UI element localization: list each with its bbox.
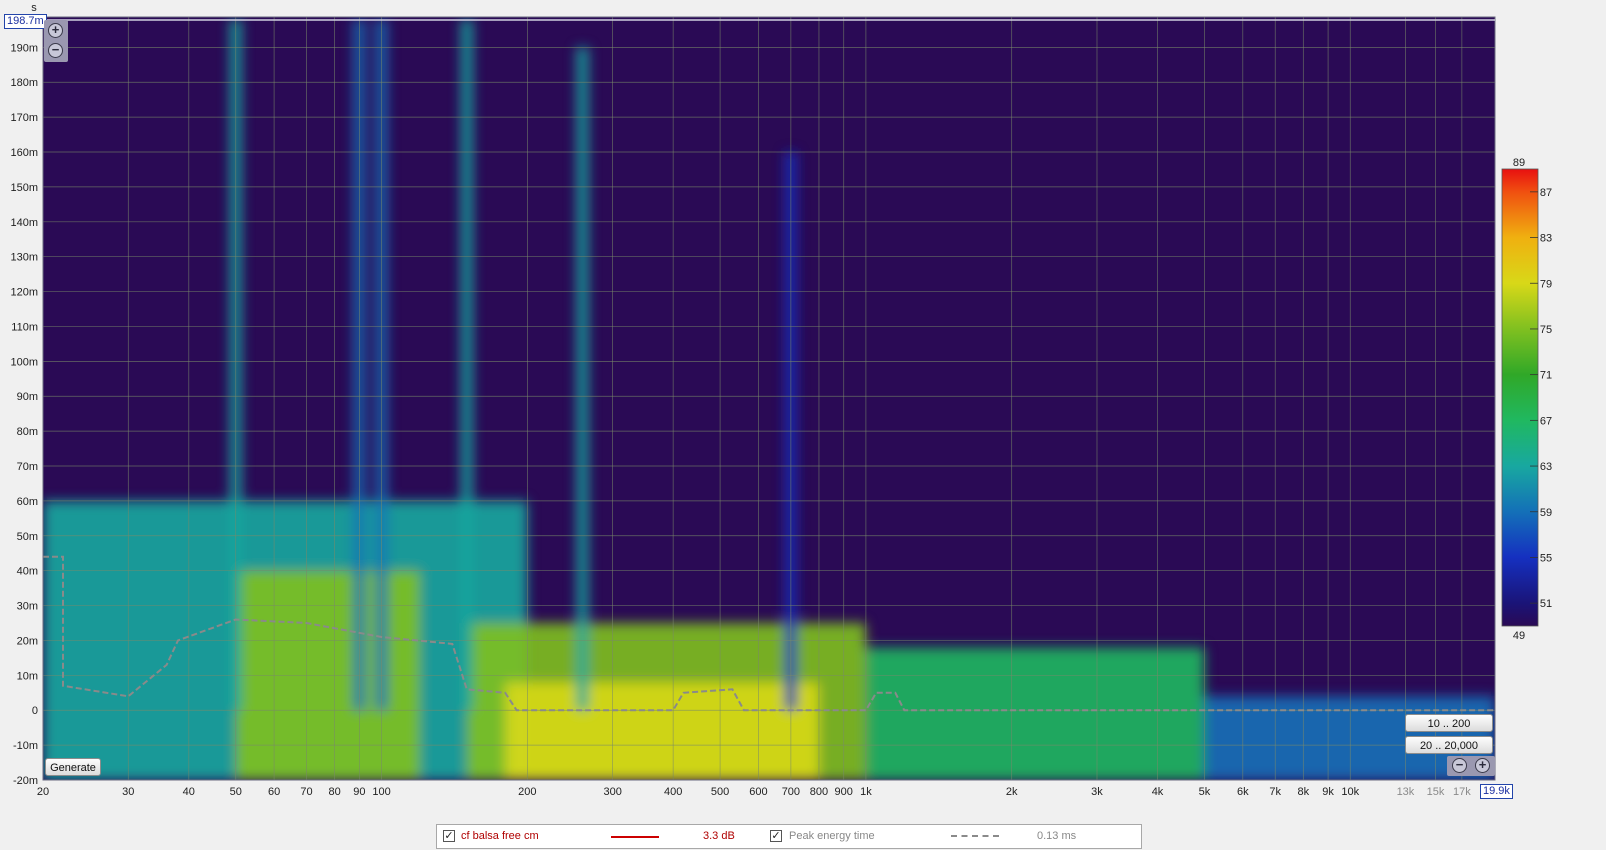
- y-tick-label: 110m: [11, 321, 38, 333]
- x-tick-label: 800: [810, 786, 828, 798]
- x-tick-label: 900: [835, 786, 853, 798]
- decay-region: [505, 682, 819, 780]
- y-tick-label: 50m: [17, 531, 38, 543]
- y-tick-label: -10m: [13, 740, 38, 752]
- y-tick-label: 170m: [10, 112, 38, 124]
- y-tick-label: 150m: [10, 182, 38, 194]
- x-tick-label: 50: [230, 786, 242, 798]
- x-tick-label: 9k: [1322, 786, 1334, 798]
- overlay-value: 0.13 ms: [1037, 830, 1077, 842]
- x-tick-label: 13k: [1397, 786, 1415, 798]
- x-tick-label: 20: [37, 786, 49, 798]
- decay-region: [865, 647, 1205, 780]
- x-tick-label: 400: [664, 786, 682, 798]
- series-line-swatch: [611, 836, 659, 838]
- y-tick-label: 70m: [17, 461, 38, 473]
- series-value: 3.3 dB: [703, 830, 735, 842]
- x-tick-label: 300: [603, 786, 621, 798]
- x-tick-label: 90: [353, 786, 365, 798]
- x-tick-label: 40: [183, 786, 195, 798]
- overlay-line-swatch: [951, 835, 999, 837]
- y-tick-label: 100m: [10, 356, 38, 368]
- y-tick-label: 90m: [17, 391, 38, 403]
- x-tick-label: 3k: [1091, 786, 1103, 798]
- x-tick-label: 200: [518, 786, 536, 798]
- colorbar-min-label: 49: [1513, 630, 1525, 642]
- x-tick-label: 4k: [1152, 786, 1164, 798]
- x-tick-label: 17k: [1453, 786, 1471, 798]
- x-tick-label: 60: [268, 786, 280, 798]
- y-tick-label: 140m: [10, 217, 38, 229]
- vertical-zoom-controls: + −: [44, 20, 68, 62]
- series-checkbox[interactable]: ✓: [443, 830, 455, 842]
- x-tick-label: 7k: [1269, 786, 1281, 798]
- y-tick-label: 190m: [10, 42, 38, 54]
- zoom-in-icon[interactable]: +: [1475, 758, 1490, 773]
- colorbar-tick-label: 83: [1540, 233, 1552, 245]
- range-20-20000-button[interactable]: 20 .. 20,000: [1405, 736, 1493, 754]
- range-10-200-button[interactable]: 10 .. 200: [1405, 714, 1493, 732]
- y-tick-label: 20m: [17, 635, 38, 647]
- x-tick-label: 70: [300, 786, 312, 798]
- x-max-range-box[interactable]: 19.9k: [1480, 784, 1513, 799]
- zoom-out-icon[interactable]: −: [48, 43, 63, 58]
- colorbar-tick-label: 71: [1540, 370, 1552, 382]
- y-tick-label: 30m: [17, 601, 38, 613]
- y-tick-label: 130m: [10, 252, 38, 264]
- colorbar-max-label: 89: [1513, 157, 1525, 169]
- generate-button[interactable]: Generate: [45, 758, 101, 776]
- colorbar-tick-label: 75: [1540, 324, 1552, 336]
- y-tick-label: 120m: [10, 287, 38, 299]
- overlay-name: Peak energy time: [789, 830, 875, 842]
- y-max-range-box[interactable]: 198.7m: [4, 14, 47, 29]
- y-tick-label: -20m: [13, 775, 38, 787]
- x-tick-label: 1k: [860, 786, 872, 798]
- x-tick-label: 8k: [1297, 786, 1309, 798]
- colorbar-tick-label: 59: [1540, 507, 1552, 519]
- x-tick-label: 100: [372, 786, 390, 798]
- y-tick-label: 10m: [17, 670, 38, 682]
- zoom-in-icon[interactable]: +: [48, 23, 63, 38]
- x-tick-label: 600: [749, 786, 767, 798]
- x-tick-label: 2k: [1006, 786, 1018, 798]
- colorbar-tick-label: 51: [1540, 598, 1552, 610]
- waterfall-chart: 190m 180m 170m 160m 150m 140m 130m 120m 110m 100m…: [10, 2, 1552, 798]
- x-tick-label: 30: [122, 786, 134, 798]
- legend: ✓ cf balsa free cm 3.3 dB ✓ Peak energy …: [436, 824, 1142, 849]
- y-unit-label: s: [31, 2, 37, 14]
- x-tick-label: 700: [782, 786, 800, 798]
- x-tick-label: 6k: [1237, 786, 1249, 798]
- resonance-ridge: [460, 19, 473, 711]
- resonance-ridge: [576, 47, 589, 711]
- overlay-checkbox[interactable]: ✓: [770, 830, 782, 842]
- series-name: cf balsa free cm: [461, 830, 539, 842]
- y-tick-label: 160m: [10, 147, 38, 159]
- x-tick-label: 80: [328, 786, 340, 798]
- colorbar-tick-label: 67: [1540, 415, 1552, 427]
- colorbar-tick-label: 87: [1540, 187, 1552, 199]
- y-tick-label: 80m: [17, 426, 38, 438]
- horizontal-zoom-controls: − +: [1447, 756, 1495, 776]
- y-tick-label: 60m: [17, 496, 38, 508]
- colorbar-tick-label: 55: [1540, 552, 1552, 564]
- y-tick-label: 0: [32, 705, 38, 717]
- colorbar-tick-label: 79: [1540, 278, 1552, 290]
- x-tick-label: 5k: [1199, 786, 1211, 798]
- y-tick-label: 40m: [17, 566, 38, 578]
- x-tick-label: 15k: [1427, 786, 1445, 798]
- x-tick-label: 500: [711, 786, 729, 798]
- y-tick-label: 180m: [10, 77, 38, 89]
- x-tick-label: 10k: [1341, 786, 1359, 798]
- zoom-out-icon[interactable]: −: [1452, 758, 1467, 773]
- colorbar-tick-label: 63: [1540, 461, 1552, 473]
